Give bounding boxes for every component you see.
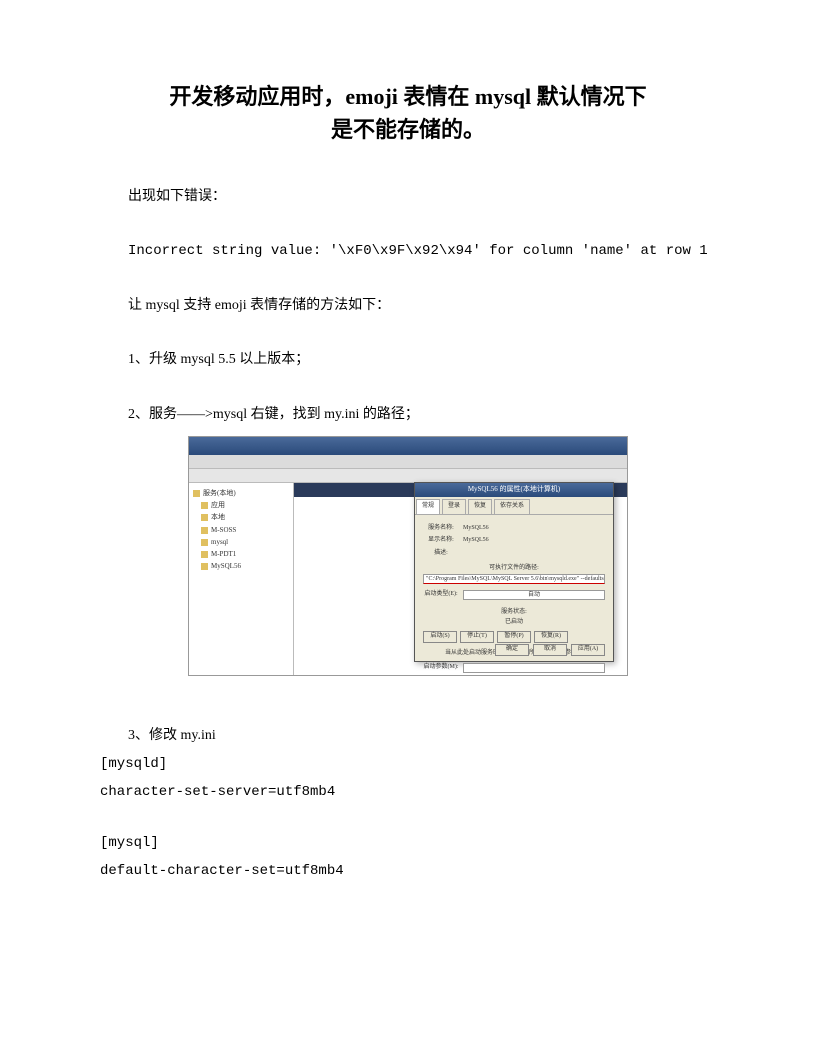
btn-cancel: 取消 — [533, 644, 567, 656]
config-charset-server: character-set-server=utf8mb4 — [100, 781, 716, 803]
document-title: 开发移动应用时，emoji 表情在 mysql 默认情况下 是不能存储的。 — [100, 80, 716, 146]
window-titlebar — [189, 437, 627, 455]
services-screenshot: 服务(本地) 应用 本地 M-SOSS mysql M-PDT1 MySQL56… — [188, 436, 628, 676]
config-mysql-section: [mysql] — [100, 832, 716, 854]
dialog-title: MySQL56 的属性(本地计算机) — [415, 483, 613, 497]
window-toolbar — [189, 469, 627, 483]
paragraph-error-intro: 出现如下错误： — [100, 186, 716, 208]
screenshot-container: 服务(本地) 应用 本地 M-SOSS mysql M-PDT1 MySQL56… — [100, 436, 716, 685]
tab-deps: 依存关系 — [494, 499, 530, 514]
btn-ok: 确定 — [495, 644, 529, 656]
btn-start: 启动(S) — [423, 631, 457, 643]
window-menubar — [189, 455, 627, 469]
properties-dialog: MySQL56 的属性(本地计算机) 常规 登录 恢复 依存关系 服务名称:My… — [414, 482, 614, 662]
btn-resume: 恢复(R) — [534, 631, 568, 643]
path-input: "C:\Program Files\MySQL\MySQL Server 5.6… — [423, 574, 605, 584]
config-mysqld-section: [mysqld] — [100, 753, 716, 775]
tree-panel: 服务(本地) 应用 本地 M-SOSS mysql M-PDT1 MySQL56 — [189, 483, 294, 675]
btn-apply: 应用(A) — [571, 644, 605, 656]
btn-stop: 停止(T) — [460, 631, 494, 643]
tab-recovery: 恢复 — [468, 499, 492, 514]
tab-logon: 登录 — [442, 499, 466, 514]
step-2: 2、服务——>mysql 右键，找到 my.ini 的路径； — [100, 404, 716, 426]
btn-pause: 暂停(P) — [497, 631, 531, 643]
step-1: 1、升级 mysql 5.5 以上版本； — [100, 349, 716, 371]
tab-general: 常规 — [416, 499, 440, 514]
paragraph-method-intro: 让 mysql 支持 emoji 表情存储的方法如下： — [100, 295, 716, 317]
dialog-tabs: 常规 登录 恢复 依存关系 — [415, 497, 613, 515]
step-3: 3、修改 my.ini — [100, 725, 716, 747]
paragraph-error-message: Incorrect string value: '\xF0\x9F\x92\x9… — [100, 240, 716, 262]
config-default-charset: default-character-set=utf8mb4 — [100, 860, 716, 882]
